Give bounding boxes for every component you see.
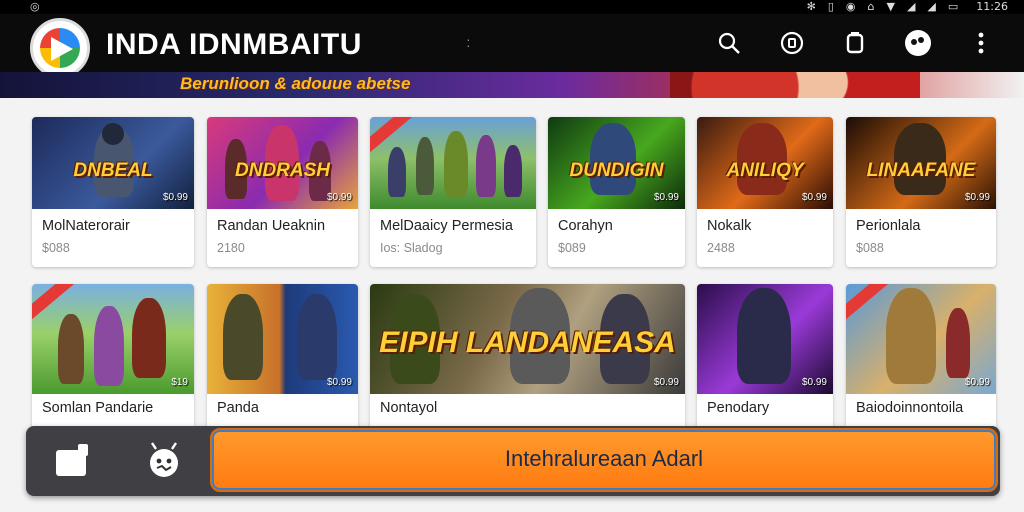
game-price: $0.99 (653, 377, 679, 388)
battery-saver-icon: ▯ (827, 0, 834, 13)
game-subtitle: $088 (856, 241, 884, 255)
game-card[interactable]: DUNDIGIN $0.99 Corahyn $089 (548, 117, 685, 267)
game-thumbnail: DNBEAL $0.99 (32, 117, 194, 209)
game-subtitle: Ios: Sladog (380, 241, 443, 255)
game-thumbnail: LINAAFANE $0.99 (846, 117, 996, 209)
game-thumbnail: DUNDIGIN $0.99 (548, 117, 685, 209)
game-card[interactable]: $0.99 Penodary (697, 284, 833, 434)
game-title: Panda (217, 400, 259, 416)
game-price: $0.99 (964, 192, 990, 203)
game-card[interactable]: LINAAFANE $0.99 Perionlala $088 (846, 117, 996, 267)
game-title: MelDaaicy Permesia (380, 218, 513, 234)
game-thumbnail: DNDRASH $0.99 (207, 117, 358, 209)
notification-icon: ◎ (30, 0, 40, 13)
game-title: Somlan Pandarie (42, 400, 154, 416)
signal-icon: ◢ (906, 0, 916, 13)
bottom-action-bar: Intehralureaan Adarl (26, 426, 1000, 496)
bluetooth-icon: ✻ (806, 0, 816, 13)
game-price: $0.99 (326, 192, 352, 203)
location-icon: ◉ (845, 0, 856, 13)
primary-cta-button[interactable]: Intehralureaan Adarl (210, 428, 998, 492)
game-thumbnail (370, 117, 536, 209)
game-thumbnail: EIPIH LANDANEASA $0.99 (370, 284, 685, 394)
drag-handle-icon[interactable]: · · (466, 32, 471, 52)
game-title: Perionlala (856, 218, 921, 234)
banner-artwork (670, 72, 920, 98)
clock: 11:26 (976, 0, 1008, 13)
game-title: Baiodoinnontoila (856, 400, 964, 416)
game-price: $0.99 (801, 192, 827, 203)
promo-banner[interactable]: Berunlioon & adouue abetse (0, 72, 1024, 98)
game-subtitle: $088 (42, 241, 70, 255)
game-subtitle: 2180 (217, 241, 245, 255)
game-card[interactable]: DNDRASH $0.99 Randan Ueaknin 2180 (207, 117, 358, 267)
toolbar-actions (714, 28, 996, 58)
game-title: Nokalk (707, 218, 752, 234)
game-thumbnail: ANILIQY $0.99 (697, 117, 833, 209)
game-thumbnail: $0.99 (207, 284, 358, 394)
status-bar: ◎ ✻ ▯ ◉ ⌂ ▼ ◢ ◢ ▭ 11:26 (0, 0, 1024, 14)
game-title: MolNaterorair (42, 218, 130, 234)
data-icon: ◢ (927, 0, 936, 13)
game-logo-text: DUNDIGIN (569, 160, 664, 182)
game-logo-text: DNBEAL (73, 160, 153, 182)
game-logo-text: EIPIH LANDANEASA (379, 326, 676, 359)
device-icon[interactable] (840, 28, 870, 58)
profile-icon[interactable] (903, 28, 933, 58)
game-thumbnail: $0.99 (846, 284, 996, 394)
game-price: $0.99 (801, 377, 827, 388)
wifi-icon: ▼ (886, 0, 895, 13)
game-logo-text: ANILIQY (726, 160, 804, 182)
game-price: $0.99 (653, 192, 679, 203)
game-card[interactable]: MelDaaicy Permesia Ios: Sladog (370, 117, 536, 267)
robot-icon[interactable] (142, 440, 186, 480)
game-logo-text: LINAAFANE (866, 160, 976, 182)
app-title: INDA IDNMBAITU (106, 28, 362, 61)
game-card[interactable]: $0.99 Baiodoinnontoila (846, 284, 996, 434)
refresh-icon[interactable] (777, 28, 807, 58)
game-price: $0.99 (326, 377, 352, 388)
game-subtitle: 2488 (707, 241, 735, 255)
game-title: Randan Ueaknin (217, 218, 326, 234)
game-title: Corahyn (558, 218, 613, 234)
game-title: Penodary (707, 400, 770, 416)
more-vert-icon[interactable] (966, 28, 996, 58)
game-card[interactable]: $0.99 Panda (207, 284, 358, 434)
game-logo-text: DNDRASH (235, 160, 330, 182)
game-price: $0.99 (964, 377, 990, 388)
battery-icon: ▭ (947, 0, 959, 13)
game-card[interactable]: $19 Somlan Pandarie (32, 284, 194, 434)
banner-text: Berunlioon & adouue abetse (180, 74, 411, 93)
game-title: Nontayol (380, 400, 438, 416)
game-card[interactable]: DNBEAL $0.99 MolNaterorair $088 (32, 117, 194, 267)
app-logo[interactable] (30, 18, 90, 78)
game-thumbnail: $0.99 (697, 284, 833, 394)
game-price: $19 (171, 377, 188, 388)
cast-icon: ⌂ (867, 0, 875, 13)
search-icon[interactable] (714, 28, 744, 58)
app-bar: INDA IDNMBAITU · · (0, 14, 1024, 78)
game-card[interactable]: ANILIQY $0.99 Nokalk 2488 (697, 117, 833, 267)
game-thumbnail: $19 (32, 284, 194, 394)
game-card[interactable]: EIPIH LANDANEASA $0.99 Nontayol (370, 284, 685, 434)
status-icons: ✻ ▯ ◉ ⌂ ▼ ◢ ◢ ▭ 11:26 (807, 0, 1008, 13)
game-subtitle: $089 (558, 241, 586, 255)
game-price: $0.99 (162, 192, 188, 203)
sale-ribbon (846, 284, 889, 322)
tablet-icon[interactable] (50, 440, 94, 480)
